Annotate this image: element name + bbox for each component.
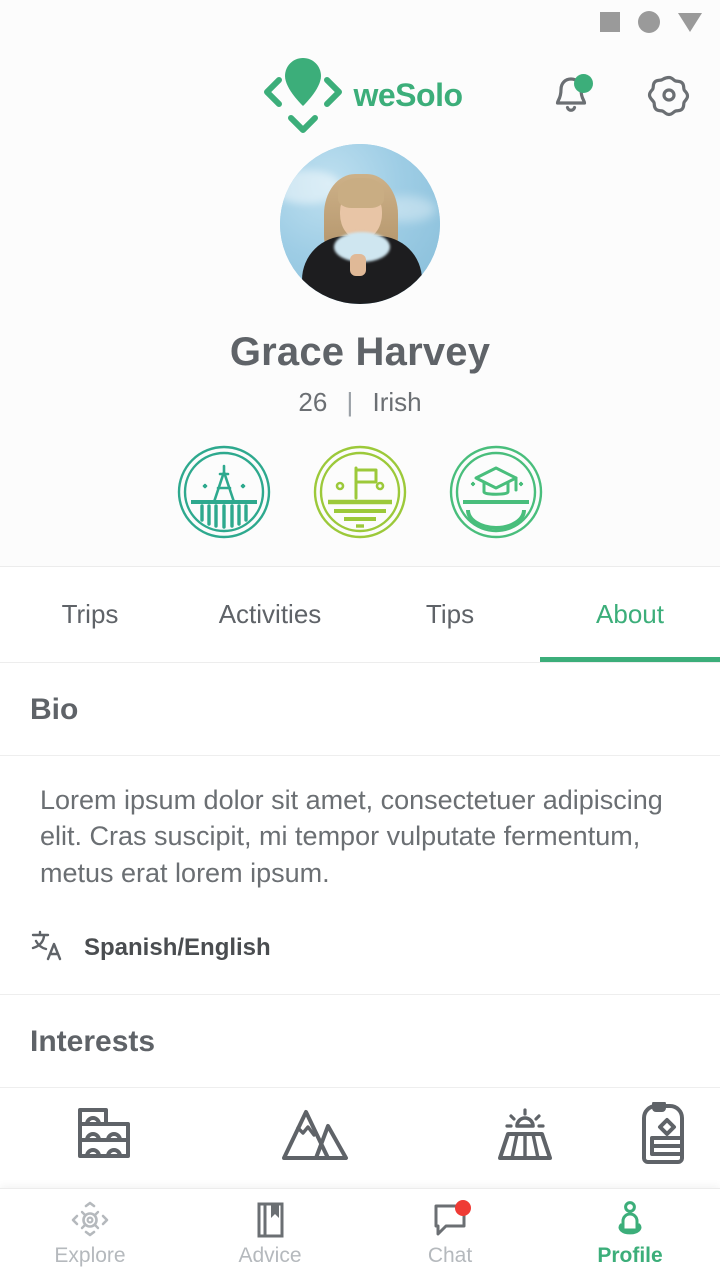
avatar-hand [350,254,366,276]
app-screen: weSolo Grace Harvey 26 | Irish Trips Act… [0,0,720,1280]
meta-separator: | [346,387,354,417]
translate-icon [30,927,66,968]
profile-nationality: Irish [372,387,422,417]
interests-heading: Interests [30,1025,156,1059]
nav-label: Advice [238,1244,302,1267]
tab-label: Activities [218,599,322,629]
interest-item[interactable] [0,1104,210,1167]
bell-icon[interactable] [548,72,594,118]
bottom-navigation: Explore Advice Chat Profile [0,1188,720,1280]
bio-text: Lorem ipsum dolor sit amet, consectetuer… [40,785,663,888]
gear-icon[interactable] [646,72,692,118]
avatar[interactable] [280,144,440,304]
tab-tips[interactable]: Tips [360,567,540,662]
bio-heading: Bio [30,693,79,726]
nav-label: Profile [597,1244,663,1267]
profile-meta: 26 | Irish [0,387,720,418]
tab-trips[interactable]: Trips [0,567,180,662]
profile-age: 26 [298,387,328,417]
nav-item-chat[interactable]: Chat [360,1200,540,1268]
mountains-icon [280,1104,350,1167]
person-pin-icon [610,1201,650,1239]
location-pin-compass-icon [257,52,349,138]
interest-item[interactable] [210,1104,420,1167]
interests-list [0,1088,720,1169]
eiffel-tower-badge[interactable] [176,444,272,540]
square-icon[interactable] [600,12,620,32]
nav-label: Explore [54,1244,126,1267]
profile-tabs: Trips Activities Tips About [0,567,720,663]
tab-label: Tips [425,599,475,629]
brand-row: weSolo [0,52,720,138]
circle-icon[interactable] [638,11,660,33]
interest-item[interactable] [630,1100,710,1169]
avatar-hair-front [338,178,384,208]
tab-label: Trips [61,599,119,629]
festival-icon [492,1104,558,1167]
nav-item-profile[interactable]: Profile [540,1201,720,1268]
chat-bubble-icon [430,1200,471,1239]
nav-item-advice[interactable]: Advice [180,1201,360,1268]
compass-icon [70,1201,110,1239]
interest-item[interactable] [420,1104,630,1167]
system-navigation-bar [580,0,720,44]
languages-row[interactable]: Spanish/English [0,897,720,994]
nav-label: Chat [427,1244,473,1267]
languages-label: Spanish/English [84,933,271,961]
achievement-badges [0,444,720,566]
tab-about[interactable]: About [540,567,720,662]
header-actions [548,72,692,118]
flag-badge[interactable] [312,444,408,540]
architecture-icon [74,1104,136,1167]
book-bookmark-icon [250,1201,290,1239]
nav-item-explore[interactable]: Explore [0,1201,180,1268]
notification-badge [574,74,593,93]
avatar-wrapper [0,144,720,304]
tab-activities[interactable]: Activities [180,567,360,662]
chat-unread-badge [455,1200,471,1216]
tab-label: About [596,599,664,629]
brand-name: weSolo [353,76,463,113]
backpack-icon [630,1100,692,1169]
triangle-down-icon[interactable] [678,12,702,32]
page-title: Grace Harvey [229,330,491,374]
graduation-cap-badge[interactable] [448,444,544,540]
profile-header: weSolo Grace Harvey 26 | Irish [0,0,720,567]
